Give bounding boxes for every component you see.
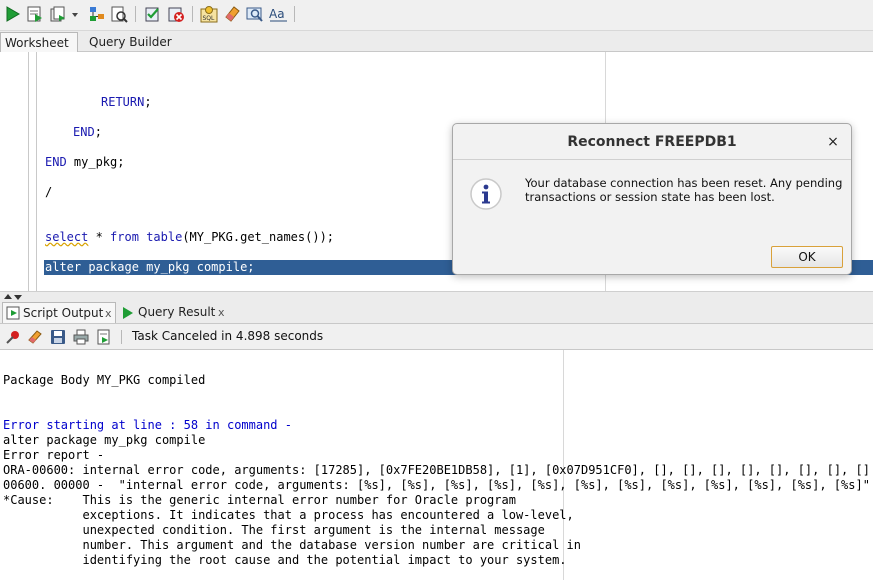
- toolbar-separator: [121, 330, 122, 344]
- task-status: Task Canceled in 4.898 seconds: [132, 329, 324, 343]
- tab-query-result[interactable]: Query Result x: [120, 302, 232, 323]
- code-keyword: from: [110, 230, 139, 244]
- fold-divider: [36, 52, 37, 291]
- code-line-selected: alter package my_pkg compile;: [45, 260, 255, 274]
- dropdown-arrow-icon[interactable]: [70, 5, 80, 23]
- eraser-icon[interactable]: [27, 329, 43, 345]
- panel-splitter[interactable]: [0, 291, 873, 300]
- output-line: ORA-00600: internal error code, argument…: [3, 463, 870, 477]
- gutter-divider: [28, 52, 29, 291]
- worksheet-tabs: Worksheet Query Builder: [0, 30, 873, 52]
- commit-icon[interactable]: [144, 5, 162, 23]
- explain-plan-icon[interactable]: [88, 5, 106, 23]
- script-output-icon: [6, 306, 20, 320]
- code-line: select * from table(MY_PKG.get_names());: [45, 229, 334, 245]
- code-text: (MY_PKG.get_names());: [182, 230, 335, 244]
- run-script-icon[interactable]: [26, 5, 44, 23]
- code-keyword: table: [146, 230, 183, 244]
- monitor-sql-icon[interactable]: [246, 5, 264, 23]
- print-icon[interactable]: [73, 329, 89, 345]
- main-toolbar: SQL Aa: [0, 0, 873, 30]
- output-line: number. This argument and the database v…: [3, 538, 581, 552]
- output-line: identifying the root cause and the poten…: [3, 553, 567, 567]
- tuning-advisor-icon[interactable]: [110, 5, 128, 23]
- output-line: exceptions. It indicates that a process …: [3, 508, 574, 522]
- output-toolbar: Task Canceled in 4.898 seconds: [0, 324, 873, 350]
- dialog-title: Reconnect FREEPDB1: [453, 124, 851, 160]
- tab-label: Query Result: [138, 305, 216, 319]
- to-upper-case-icon[interactable]: Aa: [269, 5, 289, 23]
- tab-script-output[interactable]: Script Output x: [2, 302, 116, 323]
- sql-history-icon[interactable]: SQL: [200, 5, 218, 23]
- code-line: END;: [73, 124, 102, 140]
- output-line: unexpected condition. The first argument…: [3, 523, 545, 537]
- toolbar-separator: [294, 6, 295, 22]
- close-tab-icon[interactable]: x: [218, 302, 225, 323]
- dialog-message: Your database connection has been reset.…: [525, 176, 843, 204]
- tab-label: Script Output: [23, 306, 104, 320]
- tab-worksheet[interactable]: Worksheet: [0, 32, 78, 52]
- output-line: alter package my_pkg compile: [3, 433, 206, 447]
- code-line: END my_pkg;: [45, 154, 124, 170]
- code-keyword: END: [45, 155, 67, 169]
- code-line: /: [45, 185, 53, 199]
- code-keyword: select: [45, 230, 89, 244]
- code-text: ;: [94, 125, 102, 139]
- code-text: my_pkg;: [66, 155, 125, 169]
- output-tabs: Script Output x Query Result x: [0, 300, 873, 324]
- output-line: Error report -: [3, 448, 105, 462]
- output-error-line: Error starting at line : 58 in command -: [3, 418, 292, 432]
- tab-query-builder[interactable]: Query Builder: [85, 32, 176, 52]
- autotrace-icon[interactable]: [49, 5, 67, 23]
- svg-text:Aa: Aa: [269, 7, 285, 21]
- code-text: ;: [144, 95, 152, 109]
- query-result-icon: [123, 307, 133, 319]
- code-keyword: RETURN: [101, 95, 145, 109]
- close-icon[interactable]: ×: [825, 134, 841, 150]
- script-output-panel[interactable]: Package Body MY_PKG compiled Error start…: [0, 350, 873, 580]
- code-line: RETURN;: [101, 94, 152, 110]
- output-line: Package Body MY_PKG compiled: [3, 373, 206, 387]
- run-statement-icon[interactable]: [4, 5, 22, 23]
- export-icon[interactable]: [96, 329, 112, 345]
- output-line: *Cause: This is the generic internal err…: [3, 493, 516, 507]
- reconnect-dialog: Reconnect FREEPDB1 × Your database conne…: [452, 123, 852, 275]
- rollback-icon[interactable]: [167, 5, 185, 23]
- ok-button[interactable]: OK: [771, 246, 843, 268]
- code-text: *: [88, 230, 111, 244]
- code-keyword: END: [73, 125, 95, 139]
- toolbar-separator: [192, 6, 193, 22]
- output-line: 00600. 00000 - "internal error code, arg…: [3, 478, 870, 492]
- eraser-icon[interactable]: [223, 5, 241, 23]
- close-tab-icon[interactable]: x: [105, 303, 112, 324]
- info-icon: [470, 178, 502, 210]
- pin-icon[interactable]: [5, 329, 21, 345]
- save-icon[interactable]: [50, 329, 66, 345]
- toolbar-separator: [135, 6, 136, 22]
- svg-text:SQL: SQL: [203, 15, 216, 22]
